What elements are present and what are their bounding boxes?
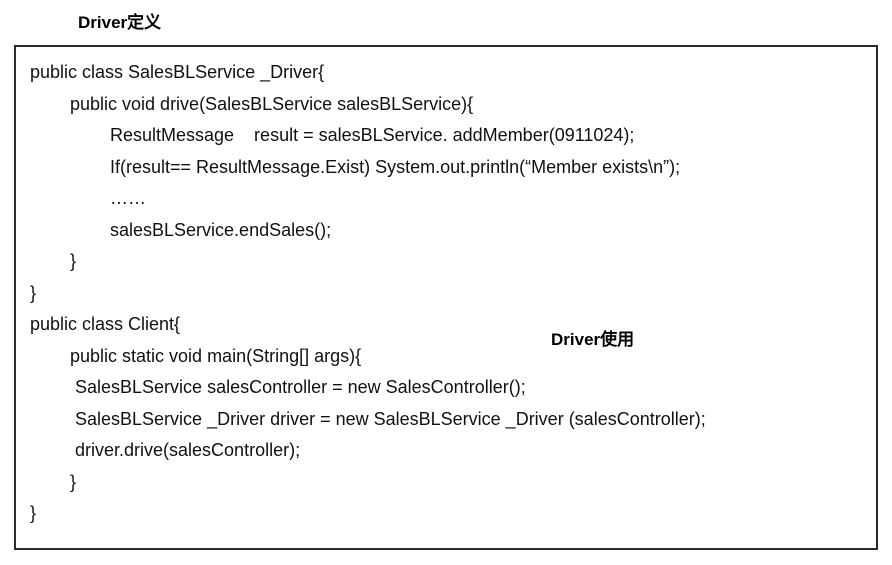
code-line: } bbox=[22, 246, 870, 278]
code-line: public void drive(SalesBLService salesBL… bbox=[22, 89, 870, 121]
code-line: salesBLService.endSales(); bbox=[22, 215, 870, 247]
code-line: SalesBLService _Driver driver = new Sale… bbox=[22, 404, 870, 436]
code-container: public class SalesBLService _Driver{ pub… bbox=[14, 45, 878, 550]
code-line: public class SalesBLService _Driver{ bbox=[22, 57, 870, 89]
code-line: ResultMessage result = salesBLService. a… bbox=[22, 120, 870, 152]
code-line: } bbox=[22, 467, 870, 499]
label-driver-usage: Driver使用 bbox=[551, 325, 634, 355]
code-line: } bbox=[22, 278, 870, 310]
code-line: …… bbox=[22, 183, 870, 215]
code-line: } bbox=[22, 498, 870, 530]
code-line: SalesBLService salesController = new Sal… bbox=[22, 372, 870, 404]
label-driver-definition: Driver定义 bbox=[78, 8, 878, 33]
code-line: public class Client{ bbox=[22, 309, 870, 341]
code-line: public static void main(String[] args){ bbox=[22, 341, 870, 373]
code-line: If(result== ResultMessage.Exist) System.… bbox=[22, 152, 870, 184]
code-line: driver.drive(salesController); bbox=[22, 435, 870, 467]
